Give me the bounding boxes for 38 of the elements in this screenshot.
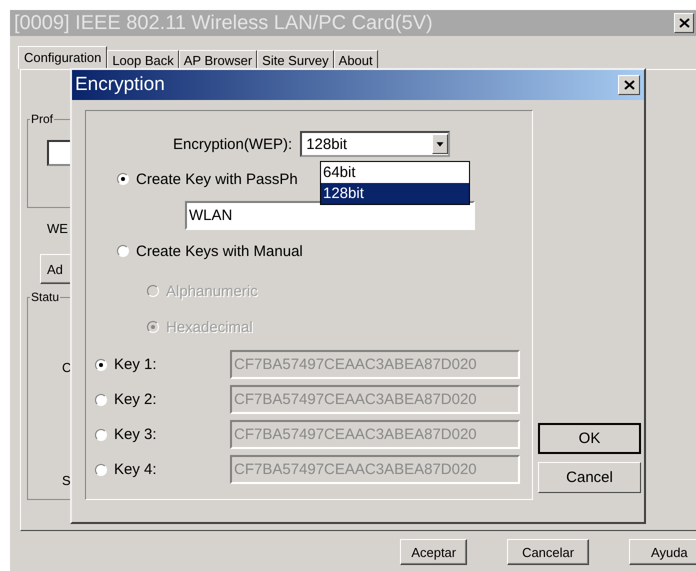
dialog-title: Encryption bbox=[75, 74, 165, 96]
close-button[interactable] bbox=[674, 13, 694, 33]
tab[interactable]: Loop Back bbox=[107, 50, 179, 69]
radio-label: Create Keys with Manual bbox=[136, 242, 303, 260]
radio-button[interactable] bbox=[95, 394, 107, 406]
dialog-button[interactable]: OK bbox=[538, 423, 641, 454]
key-label: Key 1: bbox=[114, 356, 158, 373]
radio-button[interactable] bbox=[117, 245, 129, 257]
window-title: [0009] IEEE 802.11 Wireless LAN/PC Card(5V) bbox=[14, 12, 433, 34]
status-label: C bbox=[62, 360, 72, 375]
field-label: WE bbox=[47, 221, 68, 236]
dialog-button[interactable]: Ayuda bbox=[628, 539, 696, 565]
close-icon bbox=[678, 18, 690, 28]
close-icon bbox=[624, 80, 634, 90]
radio-button[interactable] bbox=[95, 358, 107, 370]
group-label: Statu bbox=[30, 290, 60, 304]
radio-button[interactable] bbox=[95, 428, 107, 440]
radio-label: Create Key with PassPh bbox=[136, 170, 298, 188]
radio-button[interactable] bbox=[95, 464, 107, 476]
key-label: Key 2: bbox=[114, 391, 158, 408]
dialog-button[interactable]: Cancelar bbox=[507, 539, 589, 565]
radio-button[interactable] bbox=[117, 173, 129, 185]
dialog-button[interactable]: Cancel bbox=[538, 462, 641, 493]
group-label: Prof bbox=[30, 112, 54, 126]
tab[interactable]: Configuration bbox=[18, 46, 108, 69]
dropdown-option[interactable]: 128bit bbox=[321, 183, 469, 204]
field-label: Encryption(WEP): bbox=[173, 136, 292, 152]
caret-icon bbox=[432, 134, 448, 154]
passphrase-field[interactable]: WLAN bbox=[185, 200, 475, 230]
dialog-button[interactable]: Aceptar bbox=[400, 539, 468, 565]
status-label: S bbox=[62, 473, 71, 488]
tab[interactable]: About bbox=[334, 50, 378, 69]
key-label: Key 4: bbox=[114, 461, 158, 478]
tab[interactable]: Site Survey bbox=[257, 50, 334, 69]
key-label: Key 3: bbox=[114, 426, 158, 443]
encryption-dropdown[interactable]: 128bit bbox=[300, 131, 450, 157]
close-button[interactable] bbox=[618, 75, 640, 95]
tab[interactable]: AP Browser bbox=[178, 50, 258, 69]
